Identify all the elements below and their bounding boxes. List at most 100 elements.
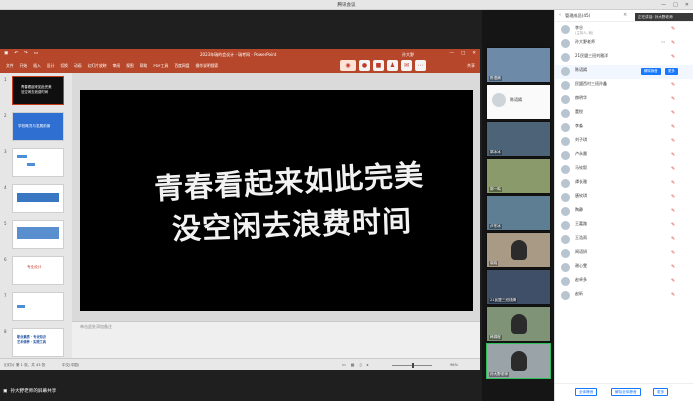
tab-transitions[interactable]: 切换 — [60, 63, 68, 69]
mute-all-button[interactable]: 全体静音 — [575, 388, 598, 396]
mic-muted-icon[interactable]: ✎ — [671, 166, 675, 172]
undo-icon[interactable]: ↶ — [14, 51, 18, 56]
mic-muted-icon[interactable]: ✎ — [671, 138, 675, 144]
video-tile[interactable]: 陈语嫣 — [486, 47, 551, 83]
tab-help[interactable]: 帮助 — [140, 63, 148, 69]
member-row[interactable]: 卢永晨 ✎ — [555, 149, 693, 163]
tab-design[interactable]: 设计 — [47, 63, 55, 69]
mic-icon[interactable]: ● — [359, 60, 370, 71]
minimize-button[interactable]: — — [661, 2, 666, 8]
tab-home[interactable]: 开始 — [20, 63, 28, 69]
video-tile[interactable]: 晓晓 — [486, 232, 551, 268]
slide-thumbnail[interactable]: 1 青春看起来如此完美 没空闲去浪费时间 — [4, 76, 64, 105]
reading-view-icon[interactable]: ▯ — [360, 362, 362, 367]
zoom-slider-handle[interactable] — [412, 362, 414, 368]
member-row[interactable]: 赵昕 ✎ — [555, 289, 693, 303]
member-row[interactable]: 谭长雅 ✎ — [555, 177, 693, 191]
tab-pdf-tools[interactable]: PDF工具 — [153, 63, 168, 69]
mic-muted-icon[interactable]: ✎ — [671, 152, 675, 158]
slide-thumbnail-pane[interactable]: 1 青春看起来如此完美 没空闲去浪费时间 2 学校概况与发展前景 3 4 5 6… — [0, 73, 72, 358]
chat-icon[interactable]: ✉ — [401, 60, 412, 71]
tab-slideshow[interactable]: 幻灯片放映 — [88, 63, 107, 69]
more-options-button[interactable]: 更多 — [653, 388, 669, 396]
tab-animations[interactable]: 动画 — [74, 63, 82, 69]
slide-thumbnail[interactable]: 3 — [4, 148, 64, 177]
video-tile[interactable]: 陈语嫣 — [486, 84, 551, 120]
unmute-all-button[interactable]: 解除全体静音 — [611, 388, 641, 396]
tab-review[interactable]: 审阅 — [113, 63, 121, 69]
member-row[interactable]: 闻语妍 ✎ — [555, 247, 693, 261]
mic-muted-icon[interactable]: ✎ — [671, 40, 675, 46]
mic-muted-icon[interactable]: ✎ — [671, 110, 675, 116]
more-icon[interactable]: ⋯ — [415, 60, 426, 71]
redo-icon[interactable]: ↷ — [24, 51, 28, 56]
video-tile[interactable]: 郭一鸣 — [486, 158, 551, 194]
start-slideshow-icon[interactable]: ▭ — [34, 51, 38, 56]
tab-baidu-netdisk[interactable]: 百度网盘 — [174, 63, 189, 69]
meeting-logo-icon[interactable]: ◉ — [340, 60, 356, 71]
more-button[interactable]: 更多 — [665, 68, 678, 75]
slide-thumbnail[interactable]: 8 职业素质 · 专业知识 艺术修养 · 实践工具 — [4, 328, 64, 357]
mic-muted-icon[interactable]: ✎ — [671, 292, 675, 298]
mic-muted-icon[interactable]: ✎ — [671, 124, 675, 130]
mic-muted-icon[interactable]: ✎ — [671, 250, 675, 256]
video-tile[interactable]: 21民盟三班钱嫣 — [486, 269, 551, 305]
maximize-button[interactable]: □ — [673, 2, 678, 8]
tell-me-search[interactable]: 操作说明搜索 — [196, 63, 219, 69]
ppt-user-name[interactable]: 孙大野 — [402, 52, 414, 58]
member-row[interactable]: 董悦 ✎ — [555, 107, 693, 121]
member-row[interactable]: 马钦毅 ✎ — [555, 163, 693, 177]
save-icon[interactable]: ▣ — [4, 51, 8, 56]
mic-muted-icon[interactable]: ✎ — [671, 194, 675, 200]
mic-muted-icon[interactable]: ✎ — [671, 208, 675, 214]
member-row[interactable]: 李谷 (主持人, 我) ✎ — [555, 23, 693, 37]
tab-view[interactable]: 视图 — [126, 63, 134, 69]
slide-thumbnail[interactable]: 2 学校概况与发展前景 — [4, 112, 64, 141]
mic-muted-icon[interactable]: ✎ — [671, 278, 675, 284]
unmute-button[interactable]: 解除静音 — [641, 68, 661, 75]
members-icon[interactable]: ♟ — [387, 60, 398, 71]
member-row[interactable]: 民盟西村三班孙鑫 ✎ — [555, 79, 693, 93]
slide-thumbnail[interactable]: 5 — [4, 220, 64, 249]
tab-file[interactable]: 文件 — [6, 63, 14, 69]
ppt-minimize-icon[interactable]: — — [449, 51, 454, 56]
ppt-share-button[interactable]: 共享 — [467, 63, 475, 69]
member-row[interactable]: 赵卓多 ✎ — [555, 275, 693, 289]
close-icon[interactable]: × — [623, 12, 627, 18]
slideshow-view-icon[interactable]: ▸ — [367, 362, 369, 367]
mic-muted-icon[interactable]: ✎ — [671, 180, 675, 186]
current-slide[interactable]: 青春看起来如此完美 没空闲去浪费时间 — [80, 90, 473, 311]
close-button[interactable]: ✕ — [685, 2, 689, 8]
member-row[interactable]: 李淼 ✎ — [555, 121, 693, 135]
member-row[interactable]: 孙大野老师 ▭ ✎ — [555, 37, 693, 51]
video-tile[interactable]: 郭冰冰 — [486, 121, 551, 157]
normal-view-icon[interactable]: ▭ — [342, 362, 346, 367]
slide-thumbnail[interactable]: 6 专业设计 — [4, 256, 64, 285]
mic-muted-icon[interactable]: ✎ — [671, 96, 675, 102]
zoom-level[interactable]: 96% — [450, 363, 458, 367]
video-tile[interactable]: 卢冬冰 — [486, 195, 551, 231]
member-row[interactable]: 赫明华 ✎ — [555, 93, 693, 107]
chevron-left-icon[interactable]: ‹ — [559, 12, 561, 18]
member-row[interactable]: 谢心雯 ✎ — [555, 261, 693, 275]
mic-muted-icon[interactable]: ✎ — [671, 54, 675, 60]
mic-muted-icon[interactable]: ✎ — [671, 26, 675, 32]
tab-insert[interactable]: 插入 — [33, 63, 41, 69]
video-tile[interactable]: 孙大野老师 — [486, 343, 551, 379]
member-row[interactable]: 21民盟三班刘雅洋 ✎ — [555, 51, 693, 65]
sorter-view-icon[interactable]: ▦ — [351, 362, 355, 367]
member-row[interactable]: 唐钦琪 ✎ — [555, 191, 693, 205]
member-row[interactable]: 陈语嫣 解除静音 更多 — [555, 65, 693, 79]
slide-thumbnail[interactable]: 7 — [4, 292, 64, 321]
member-row[interactable]: 陶静 ✎ — [555, 205, 693, 219]
ppt-close-icon[interactable]: ✕ — [472, 51, 476, 56]
mic-muted-icon[interactable]: ✎ — [671, 222, 675, 228]
member-row[interactable]: 刘子琪 ✎ — [555, 135, 693, 149]
camera-icon[interactable]: ■ — [373, 60, 384, 71]
mic-muted-icon[interactable]: ✎ — [671, 236, 675, 242]
mic-muted-icon[interactable]: ✎ — [671, 264, 675, 270]
ppt-restore-icon[interactable]: □ — [461, 51, 465, 56]
member-row[interactable]: 王嘉路 ✎ — [555, 219, 693, 233]
mic-muted-icon[interactable]: ✎ — [671, 82, 675, 88]
slide-thumbnail[interactable]: 4 — [4, 184, 64, 213]
